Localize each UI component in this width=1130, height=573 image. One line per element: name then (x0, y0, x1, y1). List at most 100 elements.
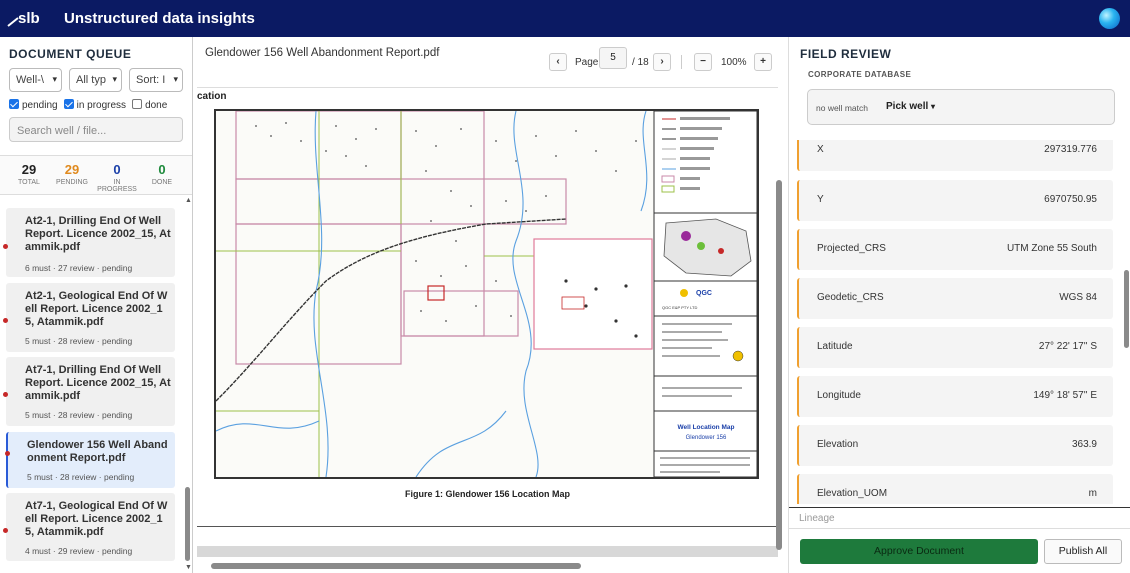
field-value: m (1088, 488, 1097, 499)
fields-scrollbar[interactable] (1122, 140, 1130, 504)
stat-pending: 29 PENDING (55, 162, 89, 186)
list-item[interactable]: At2-1, Geological End Of Well Report. Li… (3, 283, 175, 352)
pending-checkbox[interactable]: pending (9, 99, 58, 111)
user-orb-icon[interactable] (1099, 8, 1120, 29)
app-header: slb Unstructured data insights (0, 0, 1130, 37)
zoom-in-button[interactable]: + (754, 53, 772, 71)
well-filter-select[interactable]: Well-\ ▾ (9, 68, 62, 92)
scroll-up-icon[interactable]: ▲ (185, 197, 192, 204)
list-item-selected[interactable]: Glendower 156 Well Abandonment Report.pd… (5, 432, 175, 488)
document-title: At2-1, Geological End Of Well Report. Li… (25, 290, 168, 328)
no-match-text: no well match (816, 103, 868, 113)
next-page-button[interactable]: › (653, 53, 671, 71)
chevron-down-icon: ▾ (173, 74, 178, 84)
chevron-down-icon: ▾ (112, 74, 117, 84)
divider (789, 507, 1130, 508)
field-value: 149° 18' 57'' E (1033, 390, 1097, 401)
field-row-elevation[interactable]: Elevation 363.9 (797, 425, 1113, 466)
type-filter-select[interactable]: All typ ▾ (69, 68, 122, 92)
stat-done-value: 0 (158, 162, 166, 177)
field-value: WGS 84 (1059, 292, 1097, 303)
done-checkbox[interactable]: done (132, 99, 167, 111)
section-heading: cation (197, 91, 227, 102)
document-meta: 5 must · 28 review · pending (25, 410, 133, 420)
pending-dot-icon (3, 528, 8, 533)
well-match-box: no well match Pick well ▾ (807, 89, 1115, 125)
toolbar-divider (681, 55, 682, 69)
map-company-text: QGC E&P PTY LTD (662, 305, 697, 310)
sort-select[interactable]: Sort: I ▾ (129, 68, 183, 92)
field-key: Elevation_UOM (817, 488, 888, 499)
field-row-x[interactable]: X 297319.776 (797, 140, 1113, 171)
document-title: At2-1, Drilling End Of Well Report. Lice… (25, 215, 171, 253)
list-item[interactable]: At7-1, Drilling End Of Well Report. Lice… (3, 357, 175, 426)
field-key: X (817, 144, 824, 155)
lineage-label: Lineage (799, 513, 835, 524)
field-key: Elevation (817, 439, 859, 450)
page-number-input[interactable]: 5 (599, 47, 627, 69)
field-row-geodetic-crs[interactable]: Geodetic_CRS WGS 84 (797, 278, 1113, 319)
queue-scrollbar[interactable]: ▲ ▼ (184, 197, 192, 573)
pick-well-dropdown[interactable]: Pick well ▾ (886, 101, 935, 112)
location-map: QGC QGC E&P PTY LTD Well Location Map Gl… (214, 109, 759, 479)
field-key: Longitude (817, 390, 861, 401)
page-divider (197, 526, 778, 527)
list-item[interactable]: At7-1, Geological End Of Well Report. Li… (3, 493, 175, 561)
pending-label: pending (22, 100, 58, 111)
stat-in-progress-value: 0 (113, 162, 121, 177)
document-meta: 5 must · 28 review · pending (25, 336, 133, 346)
map-title-text: Well Location Map (678, 424, 735, 431)
viewer-horizontal-scrollbar[interactable] (197, 561, 778, 571)
approve-document-button[interactable]: Approve Document (800, 539, 1038, 564)
page-gap (197, 546, 778, 557)
checkbox-checked-icon[interactable] (9, 99, 19, 109)
database-label: CORPORATE DATABASE (808, 70, 912, 79)
checkbox-unchecked-icon[interactable] (132, 99, 143, 109)
field-row-projected-crs[interactable]: Projected_CRS UTM Zone 55 South (797, 229, 1113, 270)
prev-page-button[interactable]: ‹ (549, 53, 567, 71)
checkbox-checked-icon[interactable] (63, 99, 74, 109)
pick-well-label: Pick well (886, 101, 929, 112)
queue-title: DOCUMENT QUEUE (9, 47, 132, 61)
search-input[interactable]: Search well / file... (9, 117, 183, 142)
stat-total: 29 TOTAL (14, 162, 44, 186)
scroll-down-icon[interactable]: ▼ (185, 564, 192, 571)
field-value: 6970750.95 (1044, 194, 1097, 205)
list-item[interactable]: At2-1, Drilling End Of Well Report. Lice… (3, 208, 175, 277)
in-progress-label: in progress (76, 100, 127, 111)
stat-total-value: 29 (21, 162, 37, 177)
slb-logo: slb (6, 6, 46, 32)
zoom-out-button[interactable]: − (694, 53, 712, 71)
field-key: Projected_CRS (817, 243, 886, 254)
field-row-longitude[interactable]: Longitude 149° 18' 57'' E (797, 376, 1113, 417)
publish-all-button[interactable]: Publish All (1044, 539, 1122, 564)
scroll-thumb[interactable] (776, 180, 782, 550)
document-queue-panel: DOCUMENT QUEUE Well-\ ▾ All typ ▾ Sort: I ▾… (0, 37, 193, 573)
figure-caption: Figure 1: Glendower 156 Location Map (404, 489, 571, 499)
field-value: 363.9 (1071, 439, 1097, 450)
stat-pending-label: PENDING (56, 179, 88, 186)
stat-pending-value: 29 (64, 162, 80, 177)
document-title: Glendower 156 Well Abandonment Report.pd… (27, 439, 168, 464)
page-label: Page (575, 57, 599, 68)
map-subtitle-text: Glendower 156 (686, 435, 727, 441)
field-value: UTM Zone 55 South (1006, 243, 1097, 254)
viewer-vertical-scrollbar[interactable] (775, 87, 784, 557)
field-row-elevation-uom[interactable]: Elevation_UOM m (797, 474, 1113, 504)
field-row-y[interactable]: Y 6970750.95 (797, 180, 1113, 221)
page-total: / 18 (632, 57, 649, 68)
scroll-thumb[interactable] (185, 487, 190, 561)
field-key: Geodetic_CRS (817, 292, 884, 303)
map-logo-text: QGC (696, 290, 712, 297)
field-key: Latitude (817, 341, 853, 352)
zoom-level: 100% (721, 57, 747, 68)
chevron-down-icon: ▾ (52, 74, 57, 84)
in-progress-checkbox[interactable]: in progress (63, 99, 127, 111)
scroll-thumb[interactable] (1124, 270, 1129, 348)
pdf-page: cation QGC QGC E&P PTY LTD Well Location… (197, 87, 778, 557)
field-list: X 297319.776 Y 6970750.95 Projected_CRS UTM… (789, 140, 1121, 504)
field-row-latitude[interactable]: Latitude 27° 22' 17'' S (797, 327, 1113, 368)
pending-dot-icon (3, 244, 8, 249)
scroll-thumb[interactable] (211, 563, 581, 569)
document-meta: 6 must · 27 review · pending (25, 263, 133, 273)
